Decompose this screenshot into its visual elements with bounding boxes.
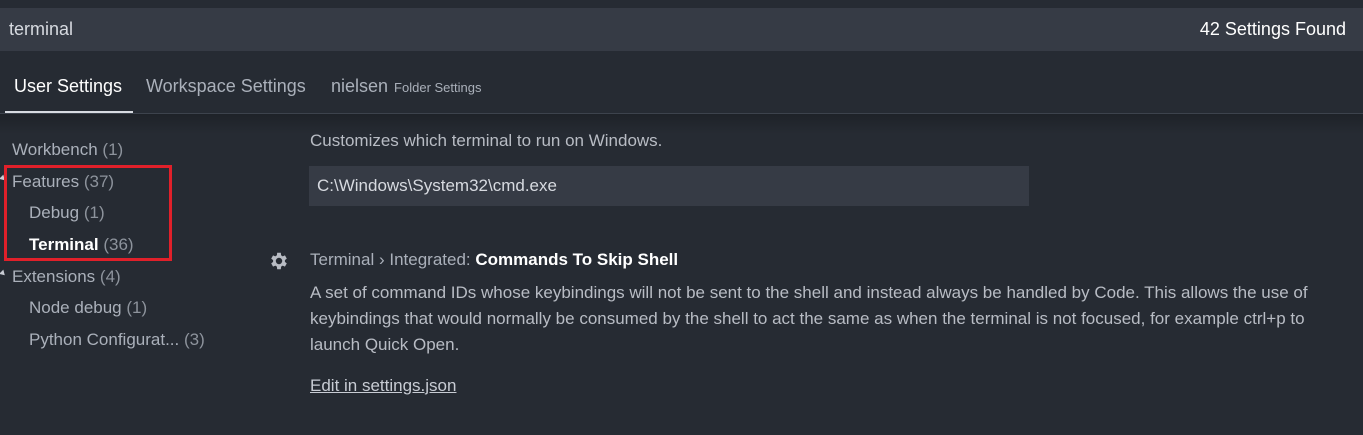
toc-item-label: Extensions bbox=[12, 267, 96, 286]
tab-workspace-settings[interactable]: Workspace Settings bbox=[146, 76, 306, 97]
toc-item-count: (1) bbox=[102, 140, 124, 159]
gear-icon[interactable] bbox=[268, 250, 290, 272]
shell-windows-description: Customizes which terminal to run on Wind… bbox=[310, 131, 663, 150]
setting-name: Commands To Skip Shell bbox=[475, 250, 679, 269]
toc-item-label: Python Configurat... bbox=[29, 330, 180, 349]
shell-windows-path-input[interactable] bbox=[309, 166, 1029, 206]
toc-item-workbench[interactable]: Workbench (1) bbox=[12, 140, 123, 160]
setting-description: A set of command IDs whose keybindings w… bbox=[310, 283, 1308, 354]
tab-user-settings[interactable]: User Settings bbox=[14, 76, 122, 97]
toc-item-label: Features bbox=[12, 172, 80, 191]
toc-item-count: (36) bbox=[103, 235, 134, 254]
toc-item-features[interactable]: Features (37) bbox=[12, 172, 114, 192]
toc-item-count: (4) bbox=[99, 267, 121, 286]
toc-item-label: Workbench bbox=[12, 140, 98, 159]
tab-folder-settings[interactable]: nielsen Folder Settings bbox=[331, 76, 481, 97]
toc-item-count: (1) bbox=[126, 298, 148, 317]
toc-item-count: (3) bbox=[184, 330, 205, 349]
tab-folder-name: nielsen bbox=[331, 76, 389, 96]
toc-item-label: Debug bbox=[29, 203, 80, 222]
toc-item-label: Terminal bbox=[29, 235, 99, 254]
edit-in-settings-json-link[interactable]: Edit in settings.json bbox=[310, 376, 456, 396]
chevron-down-icon[interactable] bbox=[0, 174, 7, 183]
toc-item-count: (37) bbox=[83, 172, 115, 191]
search-result-count: 42 Settings Found bbox=[1199, 19, 1346, 39]
toc-item-python-configuration[interactable]: Python Configurat... (3) bbox=[29, 330, 205, 350]
setting-title: Terminal › Integrated: Commands To Skip … bbox=[310, 250, 678, 270]
toc-item-node-debug[interactable]: Node debug (1) bbox=[29, 298, 147, 318]
setting-category: Terminal › Integrated: bbox=[310, 250, 476, 269]
toc-item-extensions[interactable]: Extensions (4) bbox=[12, 267, 121, 287]
settings-tabs: User Settings Workspace Settings nielsen… bbox=[0, 66, 1363, 114]
settings-editor: 42 Settings Found User Settings Workspac… bbox=[0, 0, 1363, 435]
chevron-down-icon[interactable] bbox=[0, 269, 7, 278]
search-bar: 42 Settings Found bbox=[0, 8, 1363, 51]
search-input[interactable] bbox=[0, 8, 1100, 51]
toc-item-label: Node debug bbox=[29, 298, 122, 317]
active-tab-indicator bbox=[5, 111, 133, 113]
tab-folder-sublabel: Folder Settings bbox=[394, 80, 482, 95]
toc-item-terminal[interactable]: Terminal (36) bbox=[29, 235, 134, 255]
header-shadow bbox=[0, 114, 1363, 134]
toc-item-count: (1) bbox=[83, 203, 105, 222]
toc-item-debug[interactable]: Debug (1) bbox=[29, 203, 105, 223]
